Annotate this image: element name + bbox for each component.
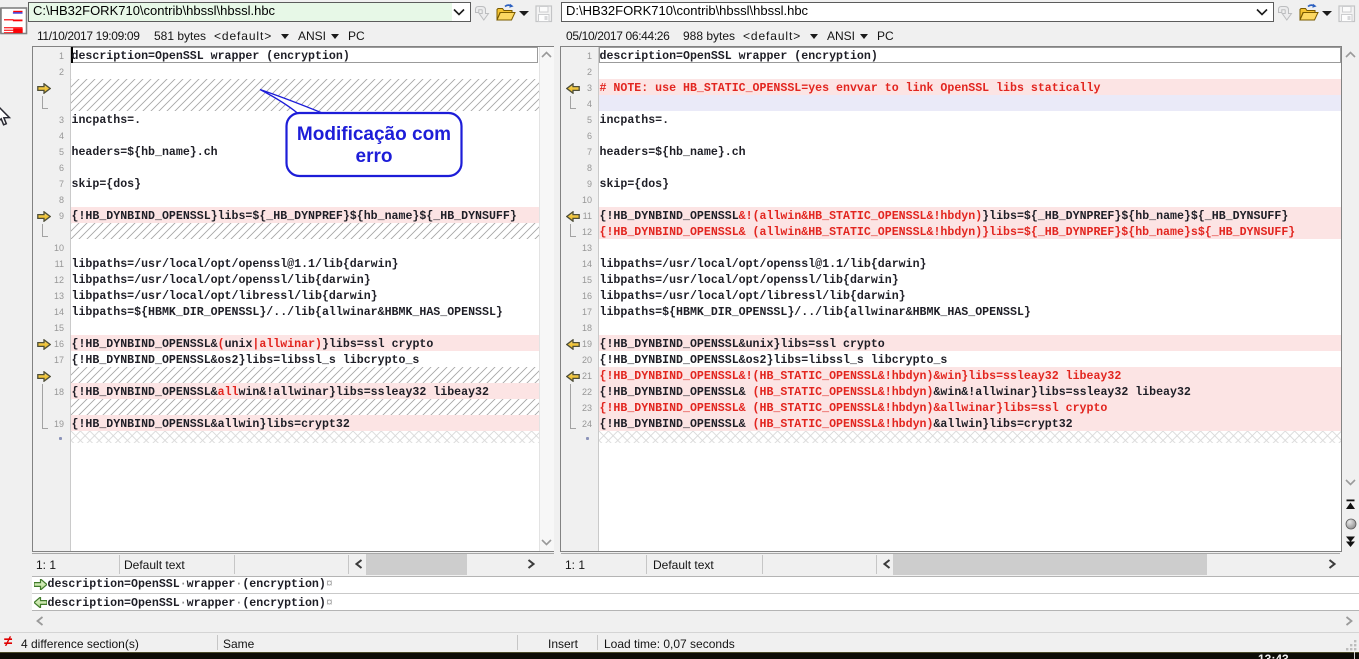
svg-text:Modificação com: Modificação com <box>297 124 451 145</box>
svg-text:erro: erro <box>356 146 393 167</box>
